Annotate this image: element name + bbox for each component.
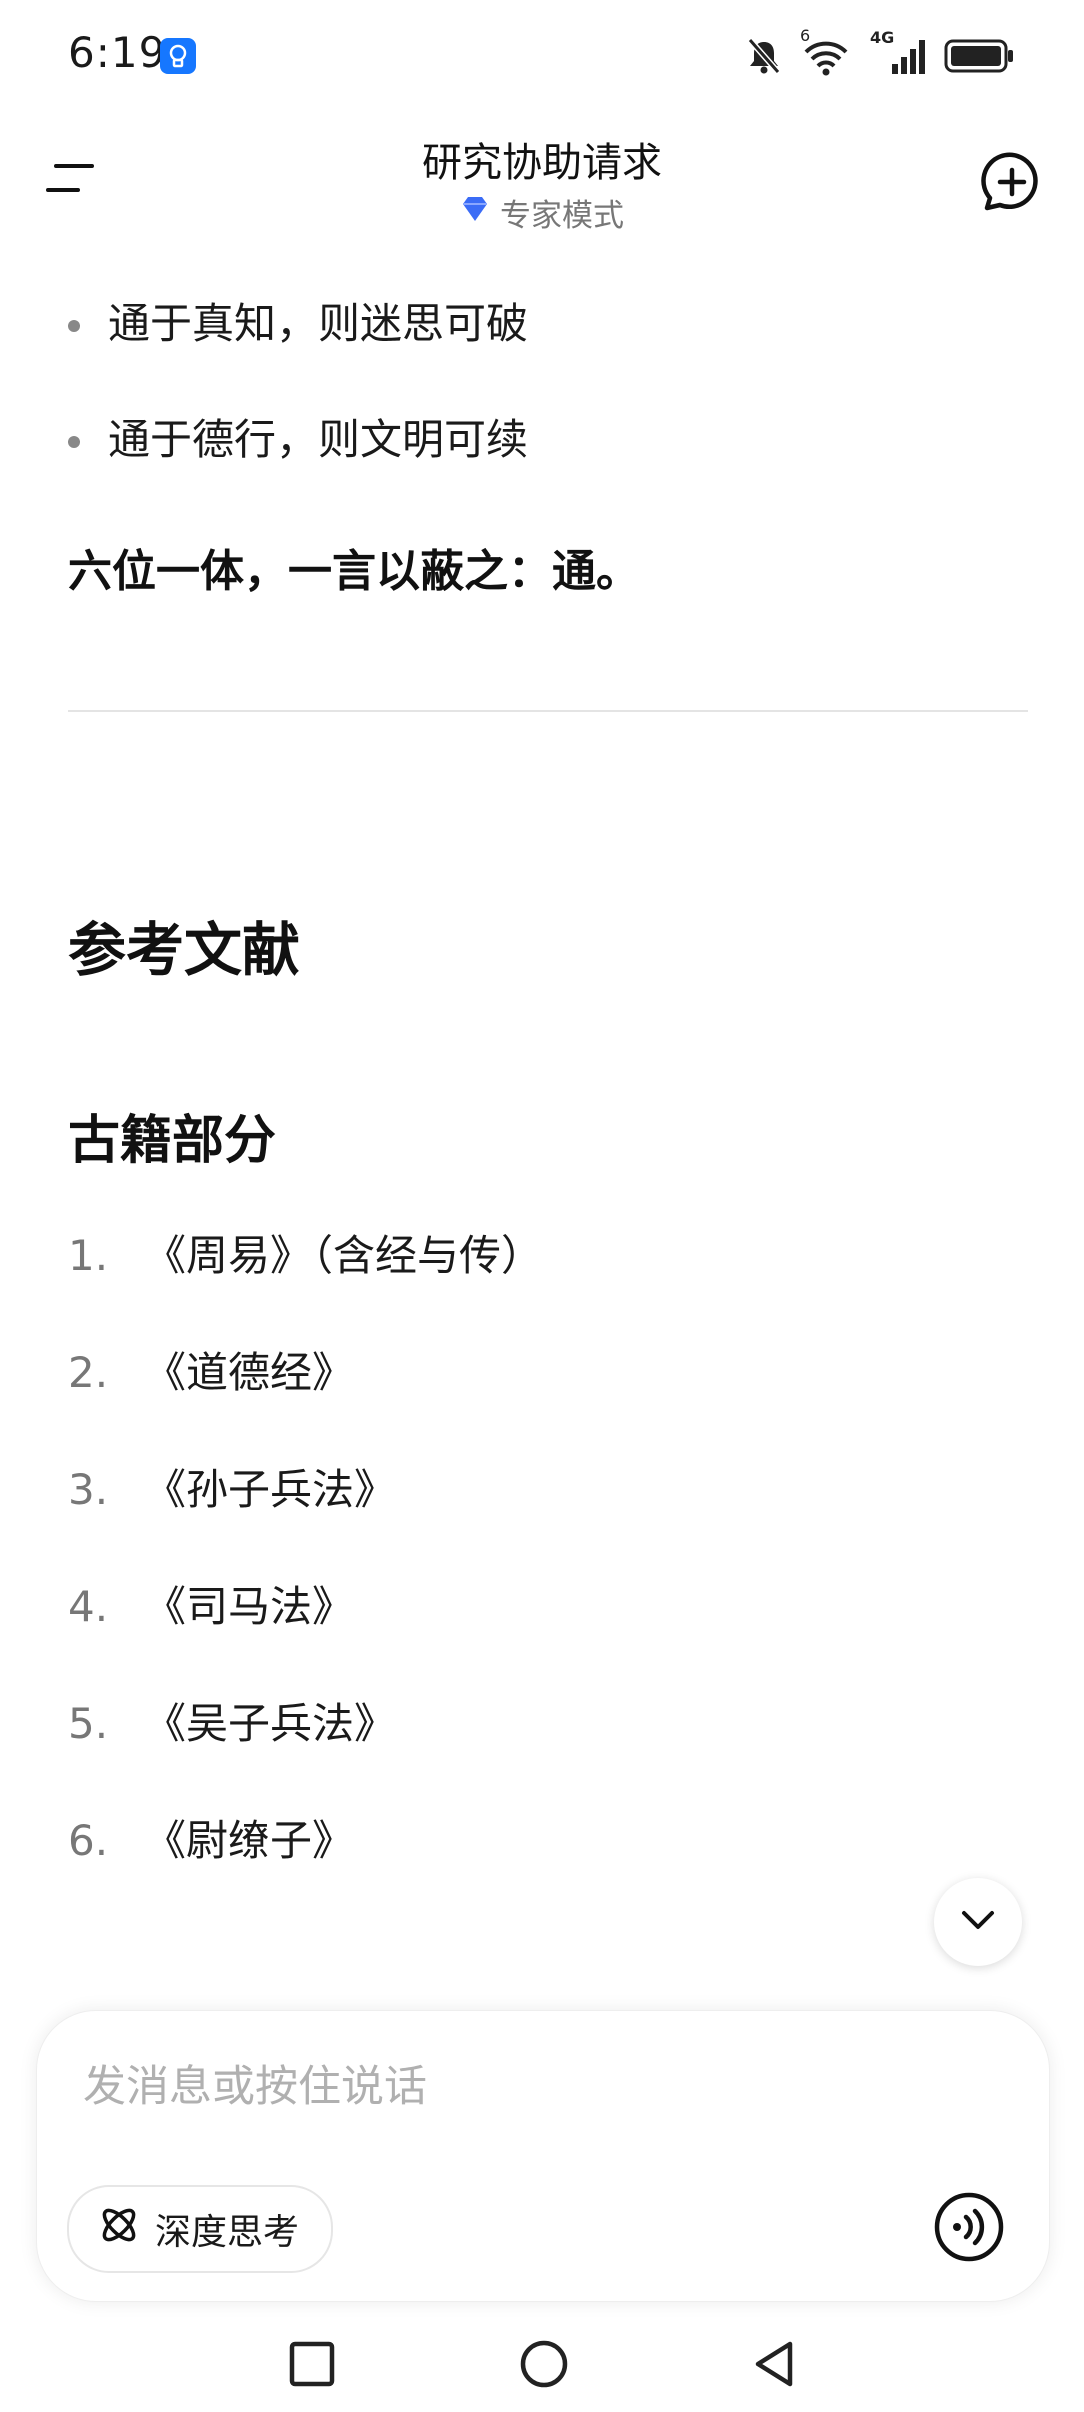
list-item-text: 《吴子兵法》 — [144, 1699, 397, 1748]
list-item-number: 4. — [68, 1582, 109, 1631]
circle-icon[interactable] — [514, 2334, 574, 2394]
page-title: 研究协助请求 — [422, 140, 662, 186]
square-icon[interactable] — [282, 2334, 342, 2394]
list-item-text: 《道德经》 — [144, 1348, 355, 1397]
triangle-back-icon[interactable] — [744, 2334, 804, 2394]
diamond-icon — [460, 195, 490, 231]
wifi-icon: 6 — [800, 26, 852, 76]
scroll-to-bottom-button[interactable] — [934, 1878, 1022, 1966]
mode-indicator[interactable]: 专家模式 — [0, 190, 1084, 235]
list-item: 4. 《司马法》 — [68, 1577, 1028, 1694]
cellular-signal-icon: 4G — [870, 28, 926, 76]
message-composer: 深度思考 — [36, 2010, 1050, 2302]
top-bar: 研究协助请求 专家模式 — [0, 110, 1084, 260]
atom-icon — [97, 2203, 141, 2256]
section-heading: 参考文献 — [68, 916, 301, 984]
list-item-number: 2. — [68, 1348, 109, 1397]
list-item-text: 《孙子兵法》 — [144, 1465, 397, 1514]
message-input[interactable] — [81, 2051, 985, 2123]
deep-think-button[interactable]: 深度思考 — [67, 2185, 334, 2273]
chevron-down-icon — [958, 1908, 998, 1936]
reference-list: 1. 《周易》（含经与传） 2. 《道德经》 3. 《孙子兵法》 4. 《司马法… — [68, 1226, 1028, 1928]
bullet-item: 通于德行，则文明可续 — [68, 410, 1068, 470]
list-item-text: 《周易》（含经与传） — [144, 1231, 544, 1280]
list-item: 2. 《道德经》 — [68, 1343, 1028, 1460]
divider — [68, 710, 1028, 712]
status-time: 6:19 — [68, 28, 167, 77]
list-item: 5. 《吴子兵法》 — [68, 1694, 1028, 1811]
summary-text: 六位一体，一言以蔽之：通。 — [68, 546, 640, 597]
bulb-icon — [160, 38, 196, 74]
status-icons: 6 4G — [746, 26, 1014, 78]
list-item-text: 《尉缭子》 — [144, 1816, 355, 1865]
bell-muted-icon — [746, 36, 782, 76]
battery-icon — [944, 38, 1014, 74]
list-item: 6. 《尉缭子》 — [68, 1811, 1028, 1928]
list-item: 1. 《周易》（含经与传） — [68, 1226, 1028, 1343]
status-bar: 6:19 6 4G — [0, 0, 1084, 110]
list-item-number: 3. — [68, 1465, 109, 1514]
voice-button[interactable] — [933, 2191, 1005, 2263]
mode-label: 专家模式 — [500, 198, 624, 234]
list-item-number: 6. — [68, 1816, 109, 1865]
wifi-label: 6 — [800, 26, 811, 45]
bullet-item: 通于真知，则迷思可破 — [68, 294, 1068, 354]
subsection-heading: 古籍部分 — [68, 1111, 277, 1171]
deep-think-label: 深度思考 — [155, 2212, 300, 2253]
system-nav-bar — [0, 2320, 1084, 2412]
list-item-number: 5. — [68, 1699, 109, 1748]
list-item-number: 1. — [68, 1231, 109, 1280]
new-chat-icon[interactable] — [980, 150, 1044, 214]
list-item: 3. 《孙子兵法》 — [68, 1460, 1028, 1577]
list-item-text: 《司马法》 — [144, 1582, 355, 1631]
